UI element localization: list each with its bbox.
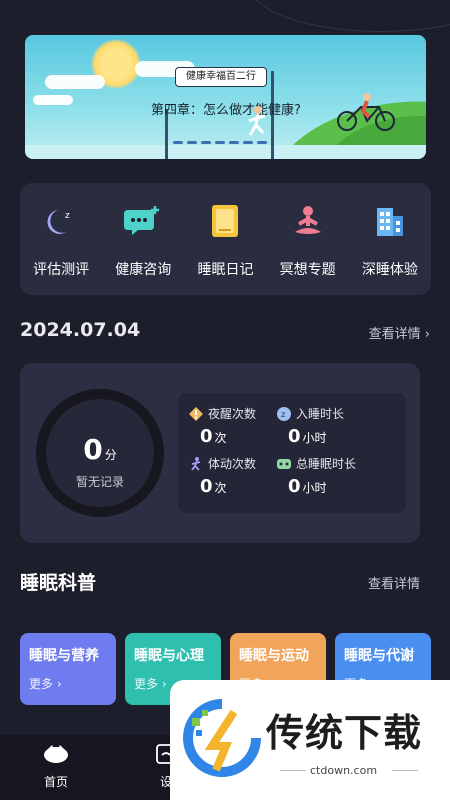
svg-text:z: z [65,211,70,221]
chat-icon [123,201,163,241]
feature-label: 冥想专题 [279,262,336,278]
feature-label: 睡眠日记 [197,262,254,278]
cloud-illustration [45,75,105,89]
card-title: 睡眠与运动 [239,648,309,664]
feature-consult[interactable]: 健康咨询 [103,201,183,279]
metric-unit: 小时 [302,481,327,495]
watermark: 传统下载 ctdown.com [170,680,450,800]
metric-value: 0 [200,426,213,447]
promo-banner[interactable]: 健康幸福百二行 第四章：怎么做才能健康? [25,35,426,159]
moon-icon: z [41,201,81,241]
watermark-divider [280,770,306,771]
top-decoration [0,0,450,40]
cloud-illustration [33,95,73,105]
feature-diary[interactable]: 睡眠日记 [185,201,265,279]
feature-deep-sleep[interactable]: 深睡体验 [350,201,430,279]
feature-meditation[interactable]: 冥想专题 [268,201,348,279]
no-record-text: 暂无记录 [75,475,124,489]
meditation-icon [288,201,328,241]
sleep-stats-card[interactable]: 0分 暂无记录 夜醒次数 0次 z 入睡时长 0 小时 体动次数 0 次 总睡眠… [20,363,420,543]
score-display: 0分 [46,433,154,466]
alert-icon [188,406,204,422]
movement-icon [188,456,204,472]
metric-label: 入睡时长 [296,407,345,421]
metric-value: 0 [288,476,301,497]
metric-label: 总睡眠时长 [296,457,357,471]
nav-label: 首页 [43,775,68,789]
metric-fall-asleep: z 入睡时长 0 小时 [276,405,386,447]
metric-unit: 次 [214,481,227,495]
home-icon [44,745,68,763]
feature-label: 深睡体验 [361,262,418,278]
metric-value: 0 [288,426,301,447]
feature-label: 健康咨询 [115,262,172,278]
watermark-logo-icon [183,699,261,777]
building-icon [370,201,410,241]
runner-illustration [248,106,266,136]
cyclist-illustration [337,93,395,131]
sleep-moon-icon: z [276,406,292,422]
diary-icon [205,201,245,241]
view-details-link[interactable]: 查看详情 [368,573,420,592]
watermark-divider [392,770,418,771]
metric-value: 0 [200,476,213,497]
banner-pagination [173,141,267,144]
bed-icon [276,456,292,472]
score-unit: 分 [104,448,117,462]
metric-label: 夜醒次数 [208,407,257,421]
card-more: 更多 › [29,677,62,691]
ground-illustration [25,145,426,159]
watermark-brand: 传统下载 [266,711,423,755]
metric-label: 体动次数 [208,457,257,471]
science-card-nutrition[interactable]: 睡眠与营养 更多 › [20,633,116,705]
record-date: 2024.07.04 [20,319,141,341]
svg-text:z: z [281,410,285,419]
banner-pill: 健康幸福百二行 [175,67,267,87]
metric-unit: 小时 [302,431,327,445]
feature-assessment[interactable]: z 评估测评 [21,201,101,279]
view-details-link[interactable]: 查看详情 › [369,323,430,342]
card-title: 睡眠与代谢 [344,648,414,664]
score-ring: 0分 暂无记录 [36,389,164,517]
card-title: 睡眠与心理 [134,648,204,664]
watermark-url: ctdown.com [310,764,378,777]
feature-label: 评估测评 [33,262,90,278]
nav-home[interactable]: 首页 [26,743,86,790]
metrics-panel: 夜醒次数 0次 z 入睡时长 0 小时 体动次数 0次 总睡眠时长 0 小时 [178,393,406,513]
score-value: 0 [83,433,103,466]
metric-unit: 次 [214,431,227,445]
metric-total-sleep: 总睡眠时长 0 小时 [276,455,386,497]
card-title: 睡眠与营养 [29,648,99,664]
section-title: 睡眠科普 [20,572,97,594]
banner-chapter: 第四章：怎么做才能健康? [151,103,301,118]
feature-card: z 评估测评 健康咨询 睡眠日记 冥想专题 深睡体验 [20,183,431,295]
